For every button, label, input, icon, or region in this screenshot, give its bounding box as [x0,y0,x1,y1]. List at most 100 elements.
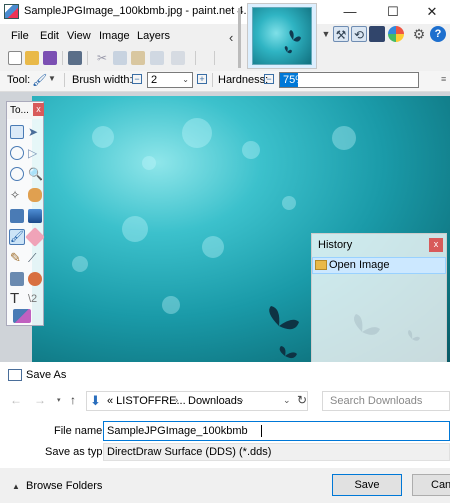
cancel-button[interactable]: Can [412,474,450,496]
caret-up-icon[interactable]: ▲ [12,482,20,491]
refresh-icon[interactable]: ↻ [297,393,307,407]
help-icon[interactable]: ? [430,26,446,42]
save-as-type-value: DirectDraw Surface (DDS) (*.dds) [107,446,272,458]
layers-window-icon[interactable] [369,26,385,42]
bokeh-light [142,156,156,170]
paint-bucket-icon[interactable] [10,209,24,223]
crop-icon[interactable] [150,51,164,65]
line-curve-icon[interactable]: \2 [28,292,42,306]
toolbar-divider [62,51,63,65]
paste-icon[interactable] [131,51,145,65]
bokeh-light [242,141,260,159]
eraser-icon[interactable] [25,227,45,247]
bokeh-light [162,296,180,314]
menu-image[interactable]: Image [99,30,130,42]
menu-layers[interactable]: Layers [137,30,170,42]
hardness-label: Hardness: [218,74,269,86]
menu-edit[interactable]: Edit [40,30,59,42]
chevron-down-icon[interactable]: ⌄ [182,75,189,84]
copy-icon[interactable] [113,51,127,65]
brush-width-increase-button[interactable]: + [197,74,207,84]
rectangle-select-icon[interactable] [10,125,24,139]
downloads-folder-icon: ⬇ [90,393,101,408]
bokeh-light [282,196,296,210]
breadcrumb-parent[interactable]: « LISTOFFRE... [107,395,186,407]
move-selection-icon[interactable]: ➤ [28,125,42,139]
new-file-icon[interactable] [8,51,22,65]
text-cursor [261,425,262,437]
dialog-title: Save As [26,369,67,381]
file-name-value[interactable]: SampleJPGImage_100kbmb [107,425,248,437]
gear-icon[interactable]: ⚙ [411,26,427,42]
brush-width-label: Brush width: [72,74,133,86]
menu-file[interactable]: File [11,30,29,42]
save-button[interactable]: Save [332,474,402,496]
tools-window-icon[interactable]: ⚒ [333,26,349,42]
brush-width-decrease-button[interactable]: − [132,74,142,84]
color-picker-icon[interactable]: ⟋ [28,251,42,265]
move-selected-icon[interactable]: ▷ [28,146,42,160]
tools-window-title: To... [10,105,29,116]
window-title: SampleJPGImage_100kbmb.jpg - paint.net 4… [24,5,262,17]
forward-arrow-icon[interactable]: → [34,393,46,407]
tools-window-close-button[interactable]: x [33,103,44,116]
bokeh-light [182,118,212,148]
shapes-icon[interactable] [13,309,31,323]
maximize-button[interactable]: ☐ [379,0,407,24]
recolor-icon[interactable] [28,272,42,286]
save-file-icon[interactable] [43,51,57,65]
chevron-down-icon[interactable]: ▼ [318,26,334,42]
pencil-icon[interactable]: ✎ [10,251,24,265]
bokeh-light [202,236,224,258]
breadcrumb-current[interactable]: Downloads [188,395,242,407]
history-item[interactable]: Open Image [312,257,446,274]
hardness-decrease-button[interactable]: − [264,74,274,84]
paintbrush-icon[interactable]: 🖌 [32,74,47,86]
colors-window-icon[interactable] [388,26,404,42]
search-input[interactable]: Search Downloads [330,395,422,407]
paintbrush-tool-icon[interactable]: 🖌 [9,229,25,245]
chevron-down-icon[interactable]: ⌄ [283,395,291,406]
menu-view[interactable]: View [67,30,91,42]
magic-wand-icon[interactable]: ✧ [10,188,24,202]
gradient-icon[interactable] [28,209,42,223]
bokeh-light [122,216,148,242]
open-file-icon[interactable] [25,51,39,65]
browse-folders-toggle[interactable]: Browse Folders [26,480,102,492]
ellipse-select-icon[interactable] [10,167,24,181]
up-arrow-icon[interactable]: ↑ [70,393,76,407]
image-thumbnail[interactable] [252,7,312,65]
save-as-type-dropdown[interactable]: DirectDraw Surface (DDS) (*.dds) [103,443,450,461]
cut-icon[interactable]: ✂ [95,51,109,65]
options-divider [64,73,65,87]
options-overflow-icon[interactable]: ≡ [441,74,446,84]
thumbnail-scrollbar[interactable] [238,8,241,68]
text-tool-icon[interactable]: T [10,291,24,306]
options-divider [212,73,213,87]
minimize-button[interactable]: — [336,0,364,24]
thumbnail-prev-icon[interactable]: ‹ [229,30,233,45]
history-window-icon[interactable]: ⟲ [351,26,367,42]
tool-label: Tool: [7,74,31,86]
file-name-field[interactable]: SampleJPGImage_100kbmb [103,421,450,441]
pan-icon[interactable] [28,188,42,202]
history-window-close-button[interactable]: x [429,238,443,252]
lasso-select-icon[interactable] [10,146,24,160]
recent-locations-icon[interactable]: ▾ [57,396,61,404]
breadcrumb-separator-icon[interactable]: › [240,395,243,406]
toolbar-divider [214,51,215,65]
clone-stamp-icon[interactable] [10,272,24,286]
address-bar[interactable]: ⬇ « LISTOFFRE... › Downloads › ⌄ ↻ [86,391,308,411]
chevron-down-icon[interactable]: ▼ [48,74,56,83]
hardness-slider[interactable]: 75% [279,72,419,88]
tools-window: To... x ➤ ▷ 🔍 ✧ 🖌 ✎ ⟋ T \2 [6,101,45,326]
brush-width-value: 2 [151,74,158,86]
search-box[interactable]: Search Downloads [322,391,450,411]
brush-width-combobox[interactable]: 2 ⌄ [147,72,193,88]
print-icon[interactable] [68,51,82,65]
toolbar-divider [87,51,88,65]
deselect-icon[interactable] [171,51,185,65]
close-button[interactable]: ✕ [418,0,446,24]
back-arrow-icon[interactable]: ← [10,393,22,407]
zoom-icon[interactable]: 🔍 [28,167,43,181]
